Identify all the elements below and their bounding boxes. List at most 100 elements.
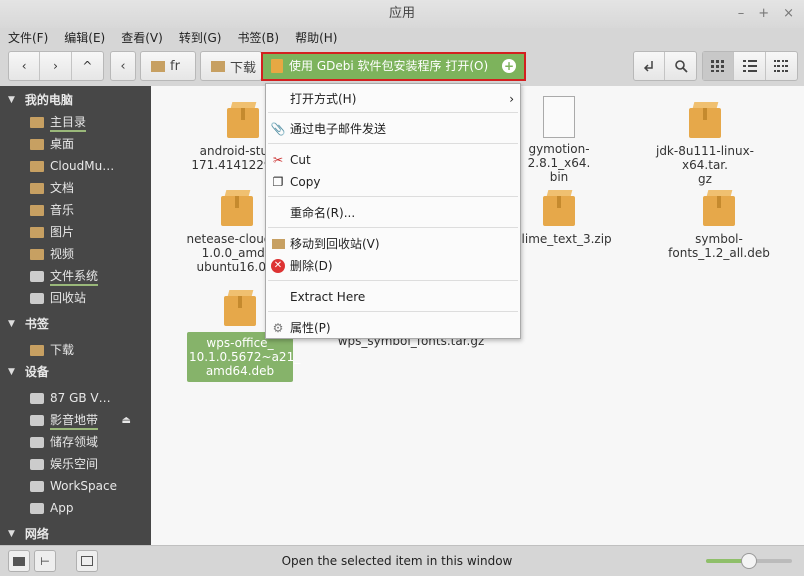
sidebar-item-filesystem[interactable]: 文件系统: [0, 265, 151, 287]
sidebar-item-home[interactable]: 主目录: [0, 111, 151, 133]
zoom-slider-knob[interactable]: [741, 553, 757, 569]
menu-separator: [268, 311, 518, 312]
home-folder-icon: [151, 60, 165, 72]
view-mode-group: [702, 51, 798, 81]
package-icon: [701, 188, 737, 228]
menu-item-open-with[interactable]: 打开方式(H) ›: [266, 88, 520, 110]
search-button[interactable]: [665, 52, 696, 80]
menu-item-rename[interactable]: 重命名(R)...: [266, 202, 520, 224]
breadcrumb-fr[interactable]: fr: [140, 51, 196, 81]
add-icon: +: [502, 59, 516, 73]
breadcrumb-label: 下载: [230, 60, 257, 76]
menu-file[interactable]: 文件(F): [0, 28, 56, 48]
package-icon: [271, 59, 283, 73]
menu-item-delete[interactable]: ✕ 删除(D): [266, 255, 520, 277]
package-icon: [225, 100, 261, 140]
folder-icon: [30, 204, 44, 216]
properties-icon: ⚙: [272, 321, 284, 335]
eject-icon[interactable]: ⏏: [122, 415, 131, 426]
folder-trash-icon: [270, 236, 286, 252]
submenu-arrow-icon: ›: [509, 92, 514, 106]
back-button[interactable]: ‹: [9, 52, 41, 80]
package-icon: [222, 288, 258, 328]
list-view-icon: [742, 60, 757, 72]
menu-item-copy[interactable]: ❐ Copy: [266, 171, 520, 193]
search-icon: [674, 60, 688, 73]
folder-icon: [30, 160, 44, 172]
breadcrumb-downloads[interactable]: 下载: [200, 51, 262, 81]
file-label: jdk-8u111-linux-x64.tar. gz: [655, 144, 754, 186]
sidebar-item-music[interactable]: 音乐: [0, 199, 151, 221]
file-item[interactable]: jdk-8u111-linux-x64.tar. gz: [649, 100, 761, 186]
back-icon: ‹: [21, 59, 27, 73]
scissors-icon: ✂: [272, 153, 284, 167]
menu-separator: [268, 280, 518, 281]
sidebar-item-trash[interactable]: 回收站: [0, 287, 151, 309]
forward-button[interactable]: ›: [40, 52, 72, 80]
zoom-slider[interactable]: [706, 553, 792, 569]
paperclip-icon: 📎: [270, 122, 286, 136]
sidebar-item-media[interactable]: 影音地带 ⏏: [0, 409, 151, 431]
maximize-button[interactable]: +: [758, 0, 769, 28]
toggle-location-button[interactable]: [634, 52, 666, 80]
sidebar-section-devices[interactable]: ▼ 设备: [0, 361, 151, 383]
delete-icon: ✕: [270, 258, 286, 274]
sidebar-item-desktop[interactable]: 桌面: [0, 133, 151, 155]
download-folder-icon: [211, 60, 225, 72]
menu-item-properties[interactable]: ⚙ 属性(P): [266, 317, 520, 339]
file-label: symbol-fonts_1.2_all.deb: [668, 232, 770, 260]
drive-icon: [30, 502, 44, 514]
menu-edit[interactable]: 编辑(E): [56, 28, 113, 48]
menu-item-email[interactable]: 📎 通过电子邮件发送: [266, 118, 520, 140]
menu-help[interactable]: 帮助(H): [287, 28, 345, 48]
menu-item-extract-here[interactable]: Extract Here: [266, 286, 520, 308]
sidebar-item-storage[interactable]: 储存领域: [0, 431, 151, 453]
menu-bar: 文件(F) 编辑(E) 查看(V) 转到(G) 书签(B) 帮助(H): [0, 28, 804, 48]
up-icon: ^: [82, 59, 93, 73]
sidebar-item-pictures[interactable]: 图片: [0, 221, 151, 243]
menu-separator: [268, 196, 518, 197]
package-icon: [687, 100, 723, 140]
collapse-triangle-icon: ▼: [8, 95, 15, 105]
window-controls: – + ×: [738, 0, 794, 28]
sidebar-item-documents[interactable]: 文档: [0, 177, 151, 199]
sidebar-item-cloudmusic[interactable]: CloudMu…: [0, 155, 151, 177]
sidebar-section-network[interactable]: ▼ 网络: [0, 523, 151, 545]
document-icon: [543, 96, 575, 138]
grid-view-icon: [711, 60, 725, 72]
sidebar-item-workspace[interactable]: WorkSpace: [0, 475, 151, 497]
menu-view[interactable]: 查看(V): [113, 28, 171, 48]
sidebar-section-bookmarks[interactable]: ▼ 书签: [0, 313, 151, 335]
sidebar-item-volume-87gb[interactable]: 87 GB V…: [0, 387, 151, 409]
file-item[interactable]: symbol-fonts_1.2_all.deb: [651, 188, 787, 260]
compact-view-button[interactable]: [766, 52, 797, 80]
chevron-left-icon: ‹: [120, 58, 126, 74]
sidebar-item-entertainment[interactable]: 娱乐空间: [0, 453, 151, 475]
sidebar: ▼ 我的电脑 主目录 桌面 CloudMu… 文档 音乐 图片 视频 文件系统 回…: [0, 86, 151, 545]
breadcrumb-prev-button[interactable]: ‹: [110, 51, 136, 81]
minimize-button[interactable]: –: [738, 0, 745, 28]
drive-icon: [30, 414, 44, 426]
trash-icon: [30, 292, 44, 304]
copy-icon: ❐: [272, 175, 284, 189]
menu-item-move-to-trash[interactable]: 移动到回收站(V): [266, 233, 520, 255]
drive-icon: [30, 270, 44, 282]
grid-view-button[interactable]: [703, 52, 735, 80]
close-button[interactable]: ×: [783, 0, 794, 28]
package-icon: [541, 188, 577, 228]
menu-bookmarks[interactable]: 书签(B): [229, 28, 287, 48]
forward-icon: ›: [53, 59, 58, 73]
status-bar: ⊢ Open the selected item in this window: [0, 545, 804, 575]
collapse-triangle-icon: ▼: [8, 319, 15, 329]
location-group: [633, 51, 697, 81]
menu-go[interactable]: 转到(G): [171, 28, 230, 48]
sidebar-section-my-computer[interactable]: ▼ 我的电脑: [0, 89, 151, 111]
open-with-gdebi-menu-item[interactable]: 使用 GDebi 软件包安装程序 打开(O) +: [261, 52, 526, 81]
package-icon: [219, 188, 255, 228]
list-view-button[interactable]: [734, 52, 766, 80]
sidebar-item-downloads[interactable]: 下载: [0, 339, 151, 361]
sidebar-item-app[interactable]: App: [0, 497, 151, 519]
sidebar-item-videos[interactable]: 视频: [0, 243, 151, 265]
menu-item-cut[interactable]: ✂ Cut: [266, 149, 520, 171]
up-button[interactable]: ^: [72, 52, 103, 80]
